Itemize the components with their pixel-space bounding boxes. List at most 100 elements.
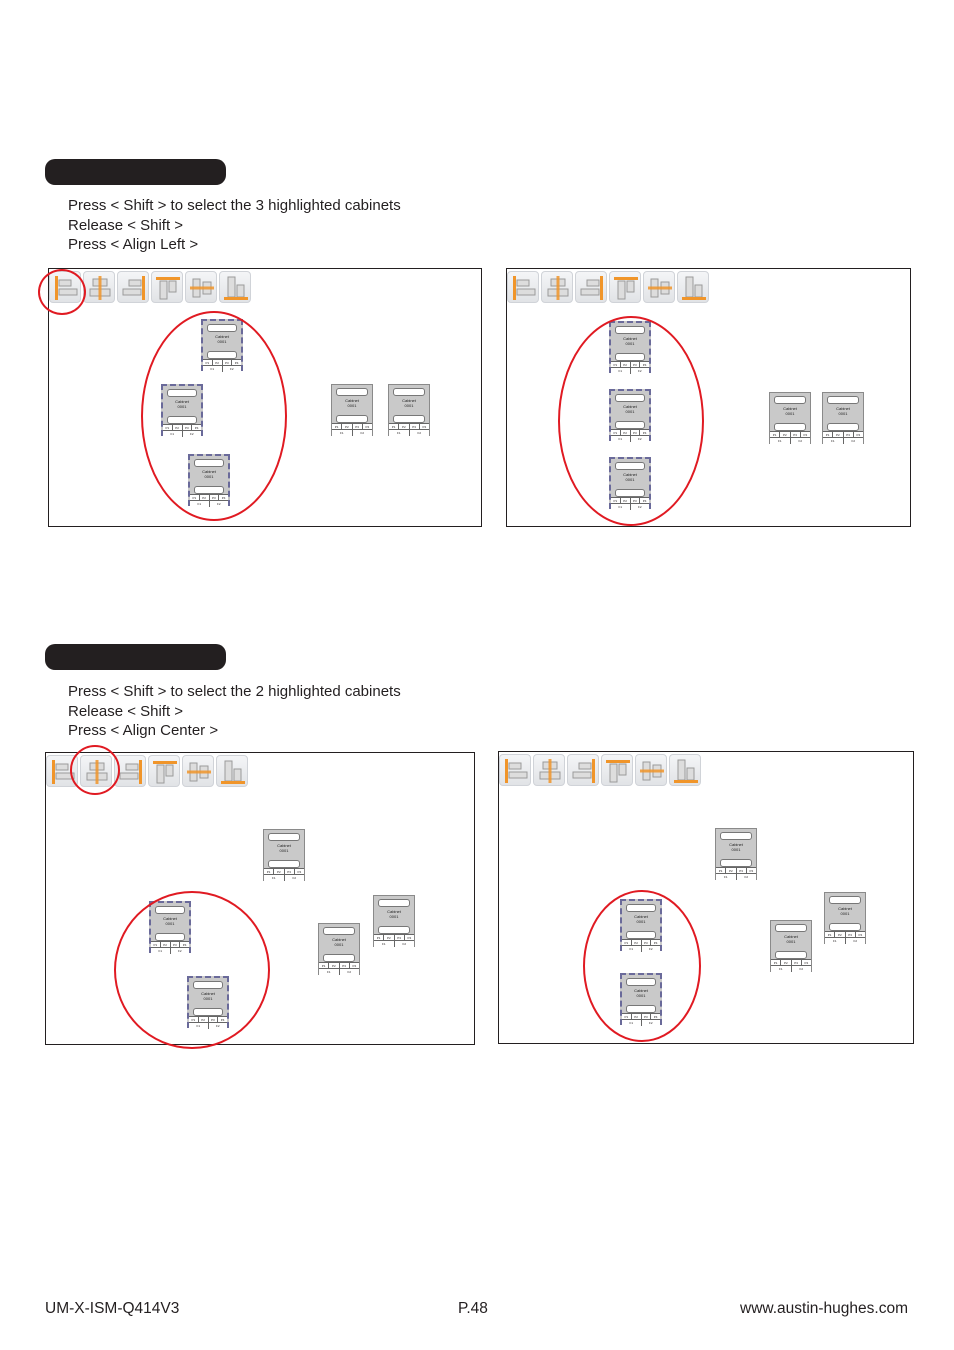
cabinet-label: Cabinet 0001 — [277, 843, 291, 853]
align-top-button[interactable] — [148, 755, 180, 787]
align-bottom-button[interactable] — [219, 271, 251, 303]
cabinet[interactable]: Cabinet 0001 P1 P2 P3 P4 F1 F2 — [331, 384, 373, 436]
align-left-button[interactable] — [499, 754, 531, 786]
align-left-button[interactable] — [507, 271, 539, 303]
feed-label: F2 — [648, 1021, 653, 1025]
align-center-icon — [89, 276, 111, 300]
selected-cabinet[interactable]: Cabinet 0001 P1 P2 P3 P4 F1 F2 — [187, 976, 229, 1029]
cabinet-top-bar — [393, 388, 425, 396]
cabinet[interactable]: Cabinet 0001 P1 P2 P3 P4 F1 F2 — [318, 923, 360, 975]
cabinet-top-bar — [720, 832, 752, 840]
align-right-button[interactable] — [114, 755, 146, 787]
selected-cabinet[interactable]: Cabinet 0001 P1 P2 P3 P4 F1 F2 — [188, 454, 230, 507]
align-center-icon — [86, 760, 108, 784]
cabinet-feeds: F1 F2 — [823, 437, 863, 444]
cabinet-bottom-bar — [268, 860, 300, 868]
selected-cabinet[interactable]: Cabinet 0001 P1 P2 P3 P4 F1 F2 — [161, 384, 203, 437]
align-right-icon — [122, 276, 145, 300]
feed-label: F1 — [825, 938, 846, 944]
cabinet-feeds: F1 F2 — [622, 945, 660, 952]
align-middle-button[interactable] — [185, 271, 217, 303]
align-right-icon — [119, 760, 142, 784]
selected-cabinet[interactable]: Cabinet 0001 P1 P2 P3 P4 F1 F2 — [620, 899, 662, 952]
cabinet-feeds: F1 F2 — [611, 435, 649, 442]
align-bottom-button[interactable] — [669, 754, 701, 786]
cabinet-label: Cabinet 0001 — [623, 472, 637, 482]
cabinet-top-bar — [626, 904, 656, 912]
feed-label: F2 — [402, 942, 406, 946]
feed-label: F2 — [637, 369, 642, 373]
cabinet-label: Cabinet 0001 — [402, 398, 416, 408]
align-left-button[interactable] — [49, 271, 81, 303]
section-header-bar — [45, 159, 226, 185]
cabinet-label: Cabinet 0001 — [838, 906, 852, 916]
feed-label: F1 — [151, 948, 171, 954]
align-middle-button[interactable] — [182, 755, 214, 787]
cabinet-bottom-bar — [829, 923, 861, 931]
cabinet-top-bar — [615, 462, 645, 470]
selected-cabinet[interactable]: Cabinet 0001 P1 P2 P3 P4 F1 F2 — [149, 901, 191, 954]
align-center-button[interactable] — [83, 271, 115, 303]
align-center-button[interactable] — [533, 754, 565, 786]
cabinet-bottom-bar — [194, 486, 224, 494]
cabinet-feeds: F1 F2 — [611, 503, 649, 510]
cabinet-feeds: F1 F2 — [163, 430, 201, 437]
cabinet-bottom-bar — [615, 353, 645, 361]
align-top-button[interactable] — [609, 271, 641, 303]
website-link[interactable]: www.austin-hughes.com — [740, 1300, 908, 1318]
after-align-center-canvas: Cabinet 0001 P1 P2 P3 P4 F1 F2 Cabinet 0001 P1 P2 P3… — [498, 751, 914, 1044]
cabinet-bottom-bar — [615, 489, 645, 497]
align-top-button[interactable] — [151, 271, 183, 303]
align-middle-icon — [648, 278, 672, 298]
align-right-button[interactable] — [117, 271, 149, 303]
align-left-icon — [52, 760, 75, 784]
feed-label: F2 — [798, 439, 802, 443]
align-middle-icon — [640, 761, 664, 781]
cabinet[interactable]: Cabinet 0001 P1 P2 P3 P4 F1 F2 — [388, 384, 430, 436]
cabinet[interactable]: Cabinet 0001 P1 P2 P3 P4 F1 F2 — [770, 920, 812, 972]
cabinet[interactable]: Cabinet 0001 P1 P2 P3 P4 F1 F2 — [715, 828, 757, 880]
align-center-button[interactable] — [80, 755, 112, 787]
cabinet[interactable]: Cabinet 0001 P1 P2 P3 P4 F1 F2 — [822, 392, 864, 444]
cabinet-top-bar — [774, 396, 806, 404]
align-right-icon — [572, 759, 595, 783]
selected-cabinet[interactable]: Cabinet 0001 P1 P2 P3 P4 F1 F2 — [609, 321, 651, 374]
cabinet-bottom-bar — [626, 931, 656, 939]
align-bottom-button[interactable] — [677, 271, 709, 303]
feed-label: F2 — [360, 431, 364, 435]
feed-label: F1 — [770, 438, 791, 444]
cabinet[interactable]: Cabinet 0001 P1 P2 P3 P4 F1 F2 — [263, 829, 305, 881]
cabinet-bottom-bar — [167, 416, 197, 424]
cabinet-label: Cabinet 0001 — [345, 398, 359, 408]
align-top-button[interactable] — [601, 754, 633, 786]
cabinet-top-bar — [323, 927, 355, 935]
cabinet-label: Cabinet 0001 — [623, 336, 637, 346]
feed-label: F2 — [637, 437, 642, 441]
align-middle-button[interactable] — [643, 271, 675, 303]
selected-cabinet[interactable]: Cabinet 0001 P1 P2 P3 P4 F1 F2 — [609, 457, 651, 510]
align-left-button[interactable] — [46, 755, 78, 787]
feed-label: F2 — [853, 939, 857, 943]
cabinet-top-bar — [336, 388, 368, 396]
align-bottom-icon — [224, 276, 248, 300]
cabinet[interactable]: Cabinet 0001 P1 P2 P3 P4 F1 F2 — [824, 892, 866, 944]
selected-cabinet[interactable]: Cabinet 0001 P1 P2 P3 P4 F1 F2 — [609, 389, 651, 442]
align-right-button[interactable] — [575, 271, 607, 303]
align-bottom-button[interactable] — [216, 755, 248, 787]
cabinet[interactable]: Cabinet 0001 P1 P2 P3 P4 F1 F2 — [769, 392, 811, 444]
align-right-button[interactable] — [567, 754, 599, 786]
align-middle-button[interactable] — [635, 754, 667, 786]
feed-label: F1 — [203, 366, 223, 372]
cabinet-top-bar — [827, 396, 859, 404]
feed-label: F2 — [744, 875, 748, 879]
cabinet[interactable]: Cabinet 0001 P1 P2 P3 P4 F1 F2 — [373, 895, 415, 947]
cabinet-top-bar — [207, 324, 237, 332]
cabinet-top-bar — [615, 394, 645, 402]
after-align-left-canvas: Cabinet 0001 P1 P2 P3 P4 F1 F2 Cabinet 0001 P1 P2 P3… — [506, 268, 911, 527]
cabinet-bottom-bar — [336, 415, 368, 423]
section-header-bar — [45, 644, 226, 670]
cabinet-label: Cabinet 0001 — [783, 406, 797, 416]
selected-cabinet[interactable]: Cabinet 0001 P1 P2 P3 P4 F1 F2 — [201, 319, 243, 372]
align-center-button[interactable] — [541, 271, 573, 303]
selected-cabinet[interactable]: Cabinet 0001 P1 P2 P3 P4 F1 F2 — [620, 973, 662, 1026]
